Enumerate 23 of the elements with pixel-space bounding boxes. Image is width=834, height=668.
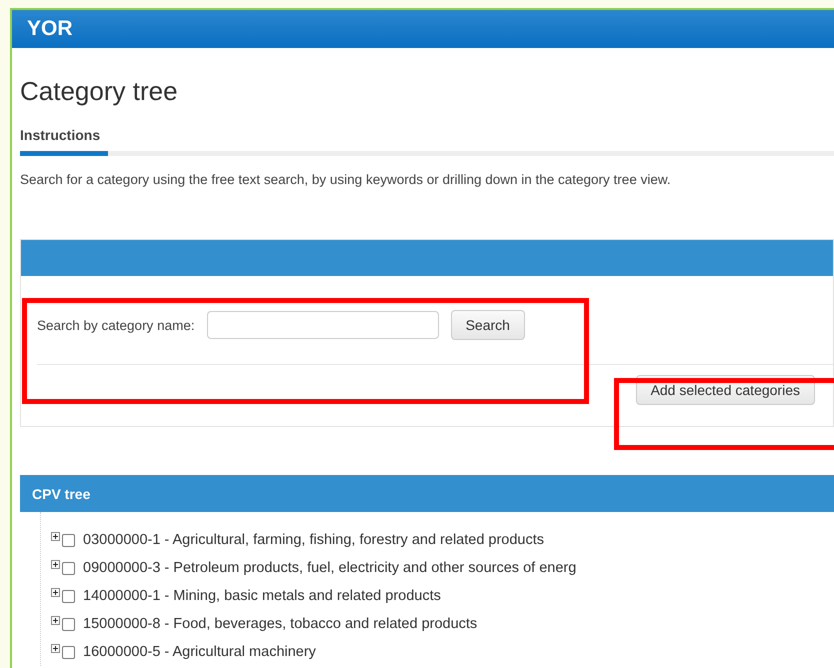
checkbox[interactable] (62, 590, 75, 602)
tree-title: CPV tree (32, 486, 90, 502)
tab[interactable]: Instructions (20, 127, 108, 156)
expand-icon[interactable] (51, 588, 60, 596)
search-field[interactable] (206, 311, 439, 339)
tree-item[interactable]: 16000000-5 - Agricultural machinery (83, 644, 316, 660)
checkbox[interactable] (62, 534, 75, 546)
instructions-text: Search for a category using the free text search, by using keywords or drilling down in the category tree view. (20, 172, 672, 187)
tree-item[interactable]: 15000000-8 - Food, beverages, tobacco and related products (83, 616, 478, 632)
search-label: Search by category name: (37, 318, 195, 332)
app-title: YOR (27, 17, 73, 41)
expand-icon[interactable] (51, 532, 60, 540)
expand-icon[interactable] (51, 644, 60, 652)
search-button[interactable]: Search (450, 310, 525, 340)
checkbox[interactable] (62, 618, 75, 630)
tree-item[interactable]: 03000000-1 - Agricultural, farming, fishing, forestry and related products (83, 532, 544, 548)
tree-item[interactable]: 14000000-1 - Mining, basic metals and related products (83, 588, 441, 604)
expand-icon[interactable] (51, 560, 60, 568)
checkbox[interactable] (62, 562, 75, 574)
expand-icon[interactable] (51, 616, 60, 624)
checkbox[interactable] (62, 646, 75, 658)
tree-item[interactable]: 09000000-3 - Petroleum products, fuel, electricity and other sources of energ (83, 560, 576, 576)
page-title: Category tree (20, 76, 179, 107)
